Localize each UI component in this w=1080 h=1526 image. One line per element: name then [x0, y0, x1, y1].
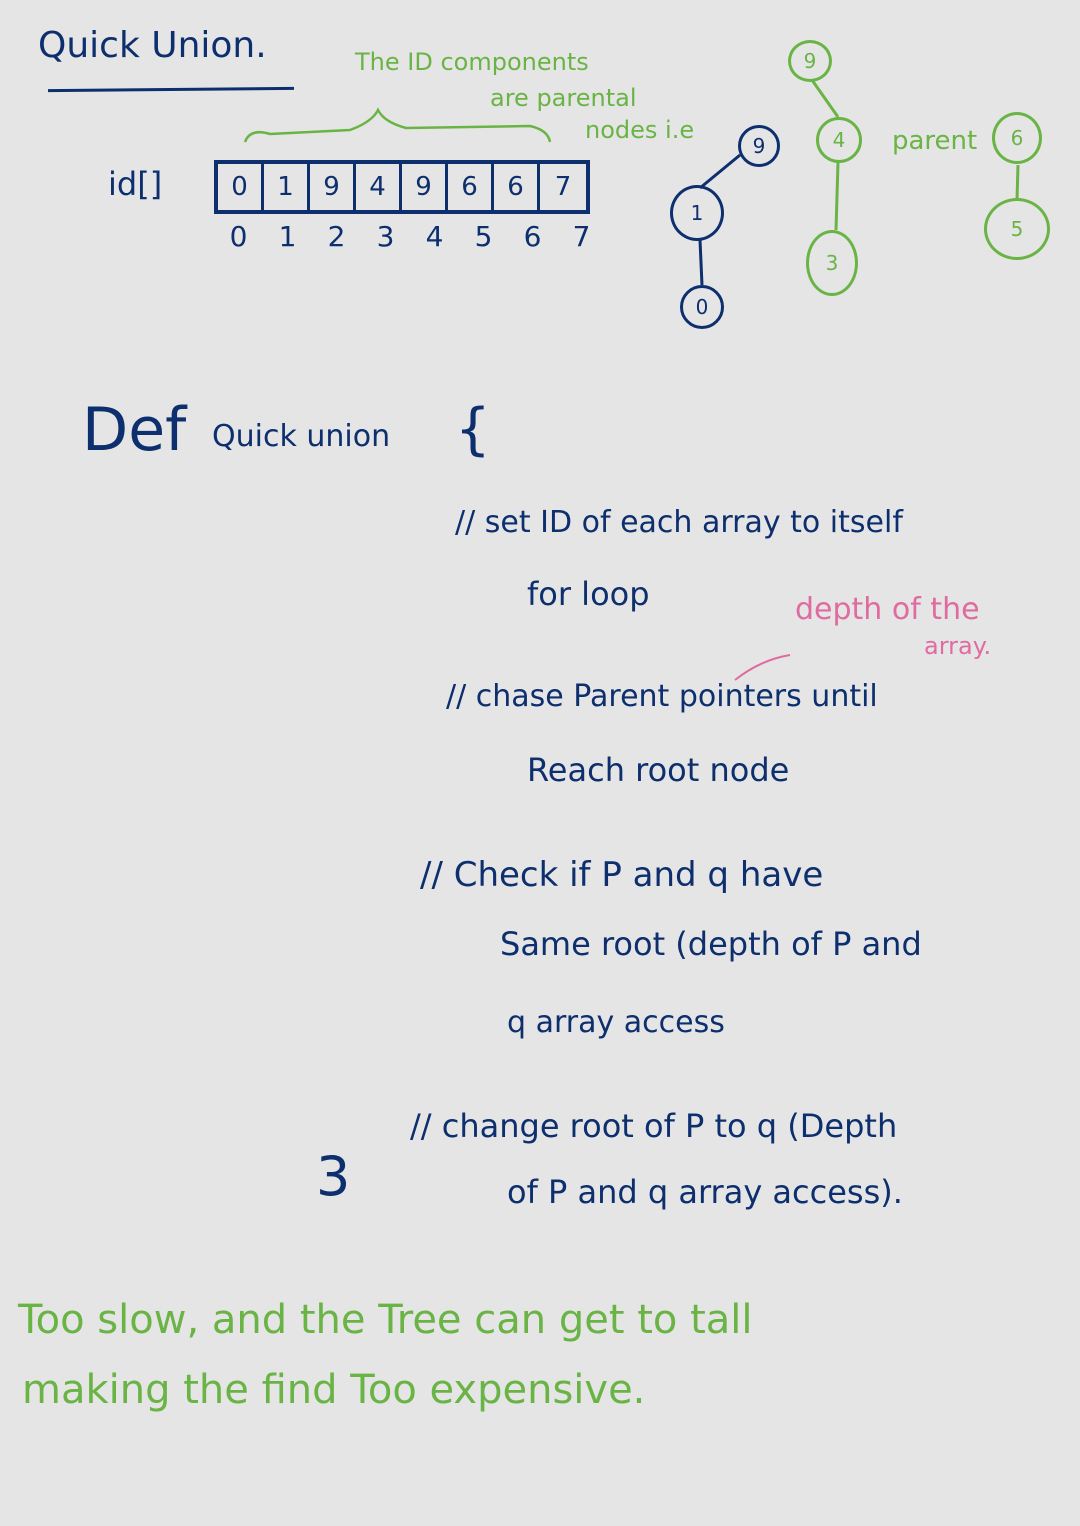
id-cell: 6 [448, 164, 494, 210]
index-label: 4 [425, 220, 444, 253]
id-array: 0 1 9 4 9 6 6 7 [214, 160, 590, 214]
tree-node: 3 [806, 230, 858, 296]
tree-node: 6 [992, 112, 1042, 164]
open-brace: { [455, 397, 491, 462]
id-cell: 9 [402, 164, 448, 210]
id-cell: 1 [264, 164, 310, 210]
conclusion-line-1: Too slow, and the Tree can get to tall [18, 1297, 753, 1343]
function-name: Quick union [212, 419, 391, 454]
close-brace: 3 [316, 1145, 351, 1208]
id-cell: 6 [494, 164, 540, 210]
comment-4-line-1: // change root of P to q (Depth [410, 1107, 898, 1145]
id-cell: 0 [218, 164, 264, 210]
comment-2-line-2: Reach root node [527, 751, 790, 789]
tree-node: 9 [738, 125, 780, 167]
id-array-label: id[] [108, 165, 163, 203]
index-label: 7 [572, 220, 591, 253]
tree-node: 5 [984, 198, 1050, 260]
comment-3-line-3: q array access [507, 1005, 725, 1040]
index-label: 1 [278, 220, 297, 253]
id-cell: 7 [554, 172, 572, 202]
comment-3-line-2: Same root (depth of P and [500, 925, 922, 963]
def-keyword: Def [82, 395, 187, 465]
comment-2-line-1: // chase Parent pointers until [446, 679, 878, 714]
tree-node: 1 [670, 185, 724, 241]
parent-label: parent [892, 126, 978, 156]
comment-1-line-1: // set ID of each array to itself [455, 505, 903, 540]
index-label: 5 [474, 220, 493, 253]
tree-node: 9 [788, 40, 832, 82]
comment-4-line-2: of P and q array access). [507, 1173, 903, 1211]
index-label: 2 [327, 220, 346, 253]
tree-node: 4 [816, 117, 862, 163]
id-cell: 9 [310, 164, 356, 210]
comment-1-line-2: for loop [527, 575, 650, 613]
depth-annotation-line-1: depth of the [795, 592, 980, 627]
index-label: 0 [229, 220, 248, 253]
index-label: 3 [376, 220, 395, 253]
conclusion-line-2: making the find Too expensive. [22, 1367, 646, 1413]
id-array-indices: 0 1 2 3 4 5 6 7 [214, 220, 606, 253]
depth-annotation-line-2: array. [924, 632, 992, 660]
tree-node: 0 [680, 285, 724, 329]
comment-3-line-1: // Check if P and q have [420, 855, 824, 895]
id-cell: 4 [356, 164, 402, 210]
index-label: 6 [523, 220, 542, 253]
